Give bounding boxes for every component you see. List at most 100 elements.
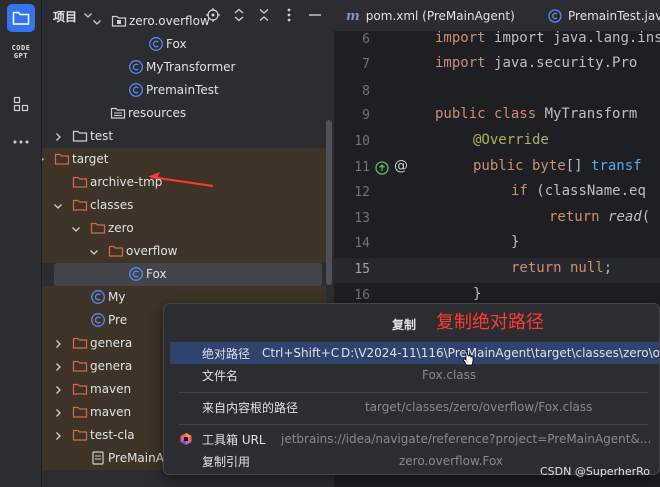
menu-item-value: D:\V2024-11\116\PreMainAgent\target\clas… (341, 346, 660, 360)
code-text: import java.lang.instrum (494, 30, 660, 46)
excluded-folder-icon (72, 404, 88, 420)
line-number: 13 (354, 211, 370, 226)
code-text: [] (565, 158, 592, 174)
menu-item-value: Fox.class (422, 368, 477, 382)
project-tool-button[interactable] (7, 4, 35, 32)
line-number: 11 (354, 160, 370, 175)
class-icon (148, 36, 164, 52)
chevron-down-icon[interactable] (70, 223, 82, 235)
keyword: return null (511, 260, 604, 276)
menu-item-toolbox-url[interactable]: 工具箱 URL jetbrains://idea/navigate/refere… (170, 428, 659, 450)
class-icon (90, 289, 106, 305)
menu-item-value: jetbrains://idea/navigate/reference?proj… (281, 432, 652, 446)
excluded-folder-icon (72, 427, 88, 443)
line-number: 10 (354, 134, 370, 149)
tab-premaintest[interactable]: PremainTest.java (548, 0, 660, 32)
method-name: transf (591, 158, 642, 174)
structure-icon (13, 96, 29, 112)
tree-item-label: zero (108, 221, 134, 235)
chevron-right-icon[interactable] (52, 338, 64, 350)
tree-row[interactable]: PremainTest (42, 79, 326, 102)
keyword: if (511, 183, 537, 199)
line-number: 12 (354, 185, 370, 200)
chevron-down-icon[interactable] (91, 16, 103, 28)
hand-cursor-icon (462, 351, 474, 366)
class-icon (128, 59, 144, 75)
chevron-right-icon[interactable] (52, 361, 64, 373)
folder-icon (72, 128, 88, 144)
menu-item-label: 复制引用 (202, 454, 251, 469)
keyword: public byte (473, 158, 566, 174)
code-line: return null; (511, 260, 612, 276)
tree-row[interactable]: Fox (42, 33, 326, 56)
tree-row[interactable]: target (42, 148, 326, 171)
annotation-token: @Override (473, 132, 549, 148)
menu-item-shortcut: Ctrl+Shift+C (262, 346, 340, 360)
menu-item-label: 绝对路径 (202, 346, 251, 361)
chevron-right-icon[interactable] (52, 131, 64, 143)
tree-row[interactable]: resources (42, 102, 326, 125)
excluded-folder-icon (72, 381, 88, 397)
package-icon (111, 13, 127, 29)
menu-item-label: 文件名 (202, 368, 239, 383)
excluded-folder-icon (90, 220, 106, 236)
chevron-down-icon[interactable] (52, 200, 64, 212)
code-line: if (className.eq (511, 183, 646, 199)
codegpt-icon[interactable]: CODE GPT (6, 44, 36, 60)
tree-item-label: target (72, 152, 109, 166)
editor-tabs: m pom.xml (PreMainAgent) PremainTest.jav… (334, 0, 660, 32)
keyword: public class (435, 106, 545, 122)
line-number: 9 (362, 108, 370, 123)
line-number: 8 (362, 84, 370, 99)
menu-item-file-name[interactable]: 文件名 Fox.class (170, 364, 659, 386)
more-tools-button[interactable] (7, 128, 35, 156)
chevron-right-icon[interactable] (52, 430, 64, 442)
menu-item-absolute-path[interactable]: 绝对路径 Ctrl+Shift+C D:\V2024-11\116\PreMai… (170, 342, 660, 364)
tree-item-label: PremainTest (146, 83, 219, 97)
tree-item-label: zero.overflow (129, 14, 210, 28)
tab-label: pom.xml (PreMainAgent) (365, 9, 515, 23)
tree-item-label: test-cla (90, 428, 135, 442)
code-line: } (473, 286, 482, 302)
tree-row[interactable]: zero.overflow (42, 10, 326, 33)
tree-row[interactable]: Fox (54, 263, 322, 286)
code-line: import import java.lang.instrum (435, 30, 660, 46)
tree-row[interactable]: test (42, 125, 326, 148)
method-call: read (608, 209, 642, 225)
tree-item-label: My (108, 290, 126, 304)
structure-tool-button[interactable] (7, 90, 35, 118)
menu-separator (178, 424, 648, 425)
excluded-folder-icon (54, 151, 70, 167)
popup-title: 复制 (392, 318, 417, 332)
chevron-right-icon[interactable] (52, 384, 64, 396)
resources-folder-icon (110, 105, 126, 121)
annotation-at-icon[interactable]: @ (394, 158, 408, 174)
menu-separator (178, 392, 648, 393)
chevron-down-icon[interactable] (42, 154, 46, 166)
tree-row[interactable]: MyTransformer (42, 56, 326, 79)
jar-icon (90, 450, 106, 466)
menu-item-value: zero.overflow.Fox (399, 454, 504, 468)
menu-item-label: 来自内容根的路径 (202, 400, 299, 415)
chevron-right-icon[interactable] (52, 407, 64, 419)
code-line: import java.security.Pro (435, 55, 637, 71)
code-line: return read( (549, 209, 650, 225)
menu-item-content-root-path[interactable]: 来自内容根的路径 target/classes/zero/overflow/Fo… (170, 396, 659, 418)
excluded-folder-icon (108, 243, 124, 259)
excluded-folder-icon (72, 174, 88, 190)
implements-method-icon[interactable] (375, 160, 391, 176)
tab-pom-xml[interactable]: m pom.xml (PreMainAgent) (346, 0, 515, 32)
keyword: import (435, 30, 495, 46)
code-text: ; (603, 260, 613, 276)
chevron-down-icon[interactable] (88, 246, 100, 258)
excluded-folder-icon (72, 358, 88, 374)
tree-item-label: resources (128, 106, 187, 120)
tree-row[interactable]: classes (42, 194, 326, 217)
tree-row[interactable]: zero (42, 217, 326, 240)
class-icon (128, 266, 144, 282)
tree-row[interactable]: overflow (42, 240, 326, 263)
tree-scrollbar[interactable] (326, 120, 332, 285)
line-number: 16 (354, 288, 370, 303)
menu-item-label: 工具箱 URL (202, 432, 266, 447)
keyword: return (549, 209, 609, 225)
